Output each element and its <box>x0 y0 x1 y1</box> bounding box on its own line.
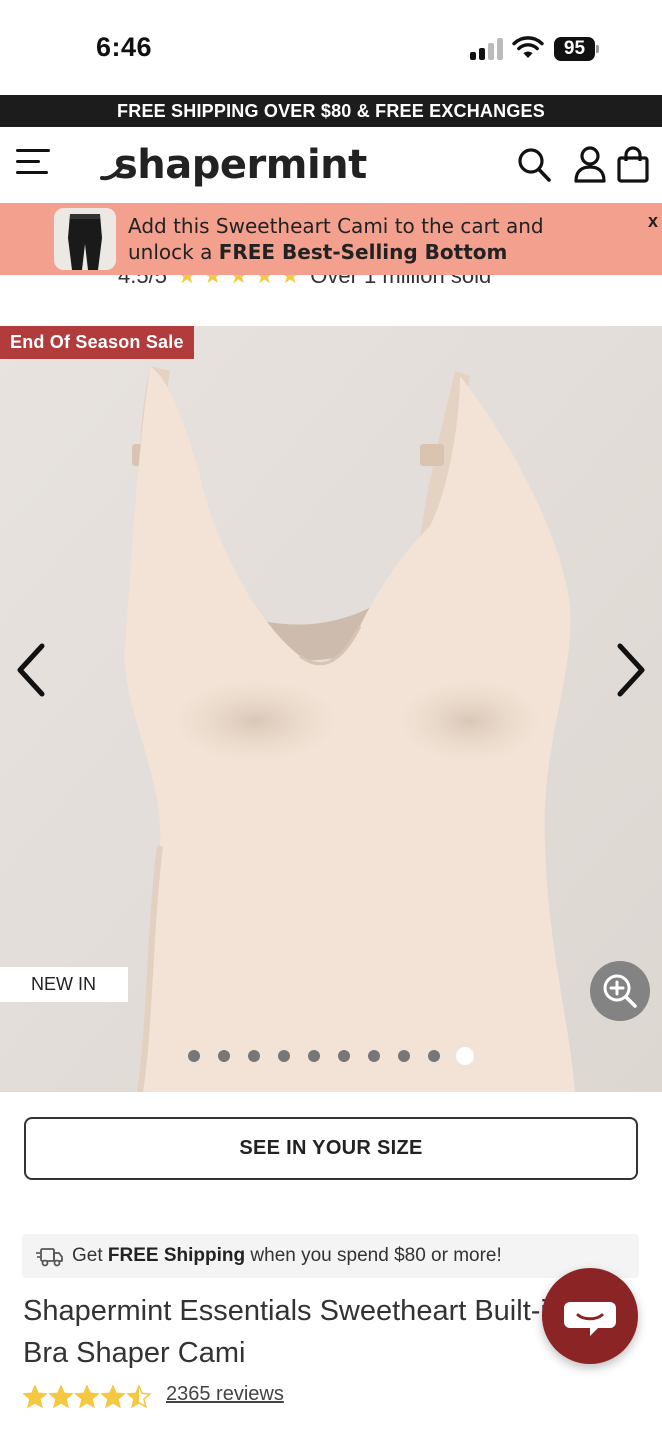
battery-icon: 95 <box>554 37 600 61</box>
next-image-arrow-icon[interactable] <box>610 640 650 700</box>
pagination-dot-active[interactable] <box>456 1047 474 1065</box>
menu-icon[interactable] <box>16 145 52 177</box>
shipping-bold: FREE Shipping <box>107 1245 246 1266</box>
star-half-icon <box>126 1385 152 1409</box>
pagination-dot[interactable] <box>308 1050 320 1062</box>
search-icon[interactable] <box>516 145 552 183</box>
announcement-bar: FREE SHIPPING OVER $80 & FREE EXCHANGES <box>0 95 662 127</box>
battery-level: 95 <box>554 37 595 61</box>
wifi-icon <box>512 36 544 58</box>
site-header: shapermint <box>0 127 662 203</box>
zoom-in-icon <box>603 974 637 1008</box>
see-in-your-size-button[interactable]: SEE IN YOUR SIZE <box>24 1117 638 1180</box>
chat-button[interactable] <box>542 1268 638 1364</box>
pagination-dot[interactable] <box>428 1050 440 1062</box>
shipping-suffix: when you spend $80 or more! <box>245 1245 502 1266</box>
cellular-signal-icon <box>470 38 504 60</box>
pagination-dot[interactable] <box>368 1050 380 1062</box>
product-title: Shapermint Essentials Sweetheart Built-i… <box>23 1290 563 1374</box>
promo-product-thumbnail <box>54 208 116 270</box>
promo-banner[interactable]: Add this Sweetheart Cami to the cart and… <box>0 203 662 275</box>
promo-line2-bold: FREE Best-Selling Bottom <box>218 240 508 264</box>
logo-text: shapermint <box>114 142 367 188</box>
rating-stars-icon <box>23 1385 152 1409</box>
promo-text: Add this Sweetheart Cami to the cart and… <box>128 213 628 265</box>
star-full-icon <box>23 1385 48 1409</box>
hidden-rating-strip: 4.5/5 ★ ★ ★ ★ ★ Over 1 million sold <box>0 275 662 289</box>
reviews-link[interactable]: 2365 reviews <box>166 1383 284 1406</box>
promo-line1: Add this Sweetheart Cami to the cart and <box>128 214 544 238</box>
sale-badge: End Of Season Sale <box>0 326 194 359</box>
star-full-icon <box>74 1385 100 1409</box>
shipping-prefix: Get <box>72 1245 108 1266</box>
pagination-dot[interactable] <box>278 1050 290 1062</box>
product-title-line1: Shapermint Essentials Sweetheart Built-i… <box>23 1295 563 1327</box>
pagination-dot[interactable] <box>218 1050 230 1062</box>
pagination-dot[interactable] <box>248 1050 260 1062</box>
zoom-button[interactable] <box>590 961 650 1021</box>
star-full-icon <box>100 1385 126 1409</box>
promo-close-button[interactable]: x <box>648 211 658 232</box>
star-row-icon: ★ ★ ★ ★ ★ <box>177 275 301 288</box>
status-bar: 6:46 95 <box>0 0 662 95</box>
shapermint-logo[interactable]: shapermint <box>100 135 367 195</box>
pagination-dot[interactable] <box>188 1050 200 1062</box>
promo-line2-prefix: unlock a <box>128 240 219 264</box>
star-full-icon <box>48 1385 74 1409</box>
status-time: 6:46 <box>96 32 153 62</box>
product-title-line2: Bra Shaper Cami <box>23 1337 246 1369</box>
new-in-badge: NEW IN <box>0 967 128 1002</box>
rating-score: 4.5/5 <box>118 275 167 288</box>
truck-icon <box>36 1248 63 1267</box>
pagination-dot[interactable] <box>338 1050 350 1062</box>
pagination-dot[interactable] <box>398 1050 410 1062</box>
account-icon[interactable] <box>572 145 608 183</box>
previous-image-arrow-icon[interactable] <box>12 640 52 700</box>
chat-bubble-icon <box>564 1302 616 1336</box>
sold-count: Over 1 million sold <box>310 275 492 288</box>
cart-icon[interactable] <box>616 145 652 183</box>
